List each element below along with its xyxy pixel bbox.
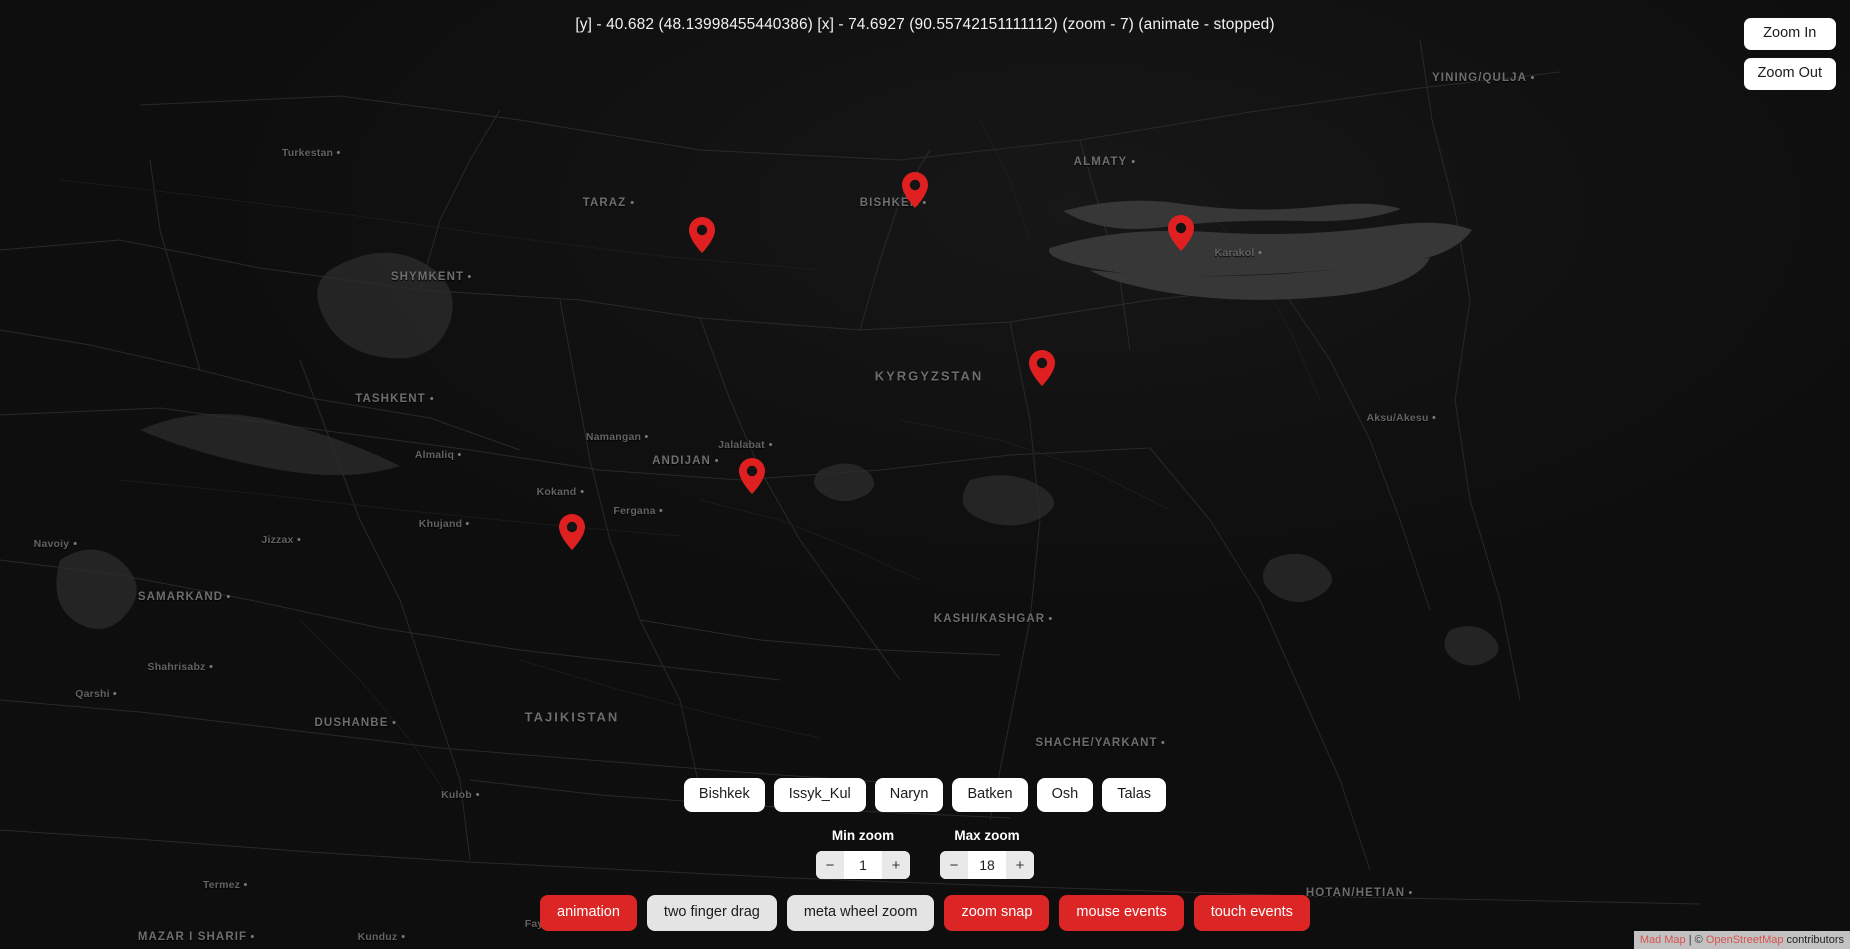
attribution-brand-link[interactable]: Mad Map: [1640, 934, 1686, 946]
map-pin-icon[interactable]: [902, 172, 928, 208]
city-button-osh[interactable]: Osh: [1036, 778, 1094, 813]
controls-panel: Bishkek Issyk_Kul Naryn Batken Osh Talas Min …: [0, 778, 1850, 931]
min-zoom-decrement-button[interactable]: −: [816, 851, 844, 880]
map-pin-icon[interactable]: [1029, 350, 1055, 386]
zoom-in-button[interactable]: Zoom In: [1743, 18, 1836, 50]
max-zoom-increment-button[interactable]: +: [1006, 851, 1034, 880]
max-zoom-label: Max zoom: [954, 828, 1020, 844]
map-pin-icon[interactable]: [559, 514, 585, 550]
zoom-controls: Zoom In Zoom Out: [1743, 18, 1836, 90]
city-button-issyk-kul[interactable]: Issyk_Kul: [773, 778, 866, 813]
min-zoom-group: Min zoom − 1 +: [816, 828, 910, 880]
city-button-bishkek[interactable]: Bishkek: [683, 778, 765, 813]
max-zoom-decrement-button[interactable]: −: [940, 851, 968, 880]
city-shortcut-row: Bishkek Issyk_Kul Naryn Batken Osh Talas: [683, 778, 1167, 813]
map-pin-icon[interactable]: [739, 458, 765, 494]
toggle-button-meta-wheel-zoom[interactable]: meta wheel zoom: [786, 895, 935, 931]
city-button-batken[interactable]: Batken: [952, 778, 1028, 813]
max-zoom-stepper[interactable]: − 18 +: [940, 851, 1034, 880]
attribution-osm-link[interactable]: OpenStreetMap: [1706, 934, 1784, 946]
city-button-talas[interactable]: Talas: [1102, 778, 1167, 813]
min-zoom-stepper[interactable]: − 1 +: [816, 851, 910, 880]
map-pin-icon[interactable]: [1168, 215, 1194, 251]
toggle-button-touch-events[interactable]: touch events: [1193, 895, 1310, 931]
min-zoom-value[interactable]: 1: [844, 851, 882, 880]
toggle-button-two-finger-drag[interactable]: two finger drag: [646, 895, 777, 931]
map-pin-icon[interactable]: [689, 217, 715, 253]
attribution-separator: | ©: [1685, 933, 1706, 946]
max-zoom-group: Max zoom − 18 +: [940, 828, 1034, 880]
map-application: YINING/QULJA ALMATY Turkestan TARAZ BISHKEK S…: [0, 0, 1850, 949]
min-zoom-increment-button[interactable]: +: [882, 851, 910, 880]
city-button-naryn[interactable]: Naryn: [874, 778, 944, 813]
attribution: Mad Map | © OpenStreetMap contributors: [1633, 930, 1850, 949]
toggle-button-zoom-snap[interactable]: zoom snap: [944, 895, 1050, 931]
toggle-button-animation[interactable]: animation: [540, 895, 637, 931]
feature-toggle-row: animation two finger drag meta wheel zoom z…: [540, 895, 1310, 931]
max-zoom-value[interactable]: 18: [968, 851, 1006, 880]
toggle-button-mouse-events[interactable]: mouse events: [1059, 895, 1184, 931]
attribution-suffix: contributors: [1783, 933, 1844, 946]
zoom-range-row: Min zoom − 1 + Max zoom − 18 +: [816, 828, 1034, 880]
zoom-out-button[interactable]: Zoom Out: [1743, 57, 1836, 90]
min-zoom-label: Min zoom: [831, 828, 895, 844]
